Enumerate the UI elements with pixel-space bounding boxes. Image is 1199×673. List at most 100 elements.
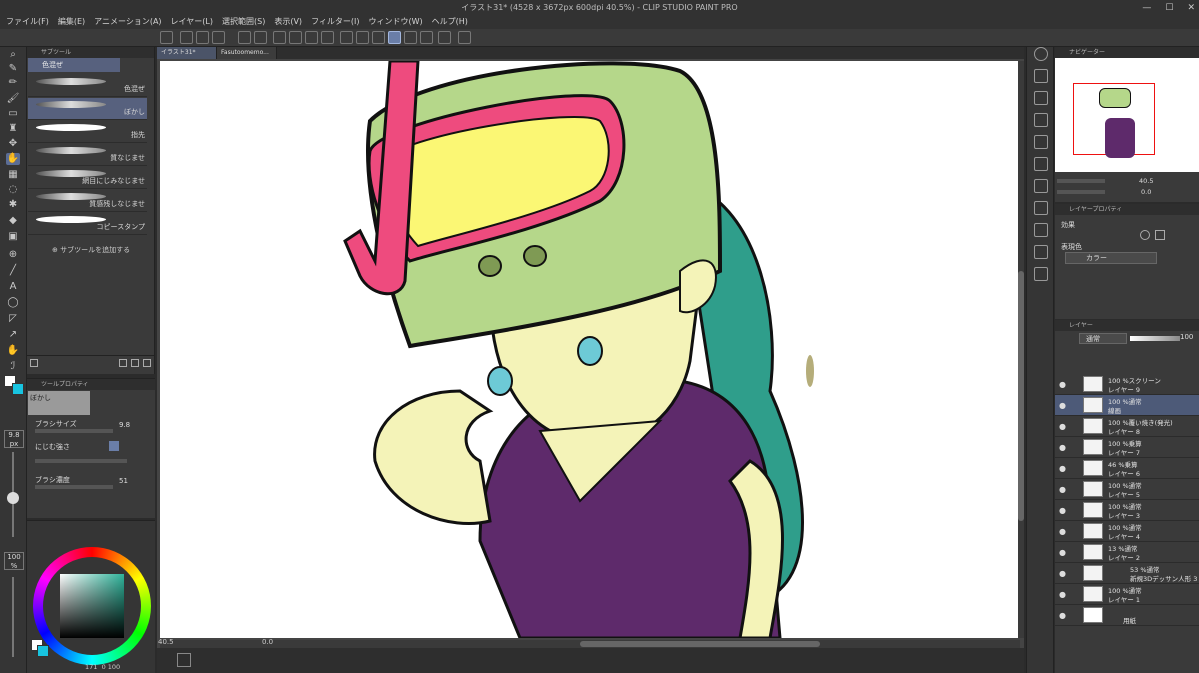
snap-special-ruler-icon[interactable] [404,31,417,44]
show-selection-icon[interactable] [372,31,385,44]
horizontal-scroll-thumb[interactable] [580,641,820,647]
eye-icon[interactable]: ● [1059,569,1066,578]
hand-tool-icon[interactable]: ✋ [6,345,20,357]
layer-row[interactable]: ● 用紙 [1055,605,1199,626]
brush-finger[interactable]: 指先 [28,121,147,143]
magic-wand-icon[interactable]: ✱ [6,199,20,211]
help-icon[interactable] [458,31,471,44]
menu-file[interactable]: ファイル(F) [6,15,49,29]
status-zoom[interactable]: 40.5 [158,638,174,646]
frame-tool-icon[interactable]: ▦ [6,169,20,181]
clear-outside-icon[interactable] [289,31,302,44]
layer-row[interactable]: ● 13 %通常 レイヤー 2 [1055,542,1199,563]
material-image-icon[interactable] [1034,113,1048,127]
dropper-icon[interactable]: ℐ [6,361,20,373]
layer-row[interactable]: ● 100 %乗算 レイヤー 7 [1055,437,1199,458]
eye-icon[interactable]: ● [1059,401,1066,410]
blend-tool-icon[interactable]: ✋ [6,153,20,165]
brush-copy-stamp[interactable]: コピースタンプ [28,213,147,235]
sub-color-swatch[interactable] [12,383,24,395]
expression-color-select[interactable]: カラー [1065,252,1157,264]
menu-filter[interactable]: フィルター(I) [311,15,359,29]
layer-row[interactable]: ● 100 %通常 レイヤー 1 [1055,584,1199,605]
move-tool-icon[interactable]: ✥ [6,138,20,150]
transform-icon[interactable] [321,31,334,44]
close-icon[interactable]: ✕ [1187,3,1195,13]
zoom-tool-icon[interactable]: ⌕ [6,49,20,61]
figure-tool-icon[interactable]: ╱ [6,265,20,277]
menu-layer[interactable]: レイヤー(L) [171,15,213,29]
snap-grid-icon[interactable] [420,31,433,44]
gradient-tool-icon[interactable]: ▣ [6,231,20,243]
new-file-icon[interactable] [180,31,193,44]
copy-subtool-icon[interactable] [119,359,127,367]
color-sub-swatch[interactable] [37,645,49,657]
invert-selection-icon[interactable] [356,31,369,44]
size-slider-thumb[interactable] [7,492,19,504]
navigator-zoom-slider[interactable] [1057,179,1105,183]
vertical-scrollbar[interactable] [1018,61,1024,638]
timeline-toggle-icon[interactable] [177,653,191,667]
eye-icon[interactable]: ● [1059,464,1066,473]
open-file-icon[interactable] [196,31,209,44]
eye-icon[interactable]: ● [1059,527,1066,536]
deselect-icon[interactable] [340,31,353,44]
opacity-slider-track[interactable] [12,577,14,657]
balloon-tool-icon[interactable]: ◯ [6,297,20,309]
brush-blur[interactable]: ぼかし [28,98,147,120]
material-icon[interactable] [1034,69,1048,83]
navigator-zoom-value[interactable]: 40.5 [1139,177,1153,185]
material-3d-icon[interactable] [1034,135,1048,149]
horizontal-scrollbar[interactable] [160,640,1020,648]
brush-density-value[interactable]: 51 [119,477,128,485]
brush-size-value[interactable]: 9.8 [119,421,130,429]
blend-mode-icon[interactable] [109,441,119,451]
navigator-angle-slider[interactable] [1057,190,1105,194]
text-tool-icon[interactable]: A [6,281,20,293]
brush-blend[interactable]: 質なじませ [28,144,147,166]
brush-tool-icon[interactable]: 🖌 [6,93,20,105]
effect-border-icon[interactable] [1140,230,1150,240]
layer-row[interactable]: ● 100 %通常 レイヤー 3 [1055,500,1199,521]
eye-icon[interactable]: ● [1059,485,1066,494]
layer-row[interactable]: ● 100 %通常 線画 [1055,395,1199,416]
brush-color-mix[interactable]: 色混ぜ [28,75,147,97]
material-text-icon[interactable] [1034,201,1048,215]
eye-icon[interactable]: ● [1059,422,1066,431]
fill-icon[interactable] [305,31,318,44]
line-tool-icon[interactable]: ◸ [6,313,20,325]
device-settings-icon[interactable] [438,31,451,44]
undo-icon[interactable] [238,31,251,44]
eye-icon[interactable]: ● [1059,380,1066,389]
new-subtool-icon[interactable] [131,359,139,367]
tab-second[interactable]: Fasutoomemo... [217,47,277,59]
brush-mesh-blend[interactable]: 網目にじみなじませ [28,167,147,189]
layer-row[interactable]: ● 100 %覆い焼き(発光) レイヤー 8 [1055,416,1199,437]
material-folder-icon[interactable] [1034,91,1048,105]
brush-size-slider[interactable] [35,429,113,433]
saturation-square[interactable] [60,574,124,638]
menu-edit[interactable]: 編集(E) [58,15,85,29]
correct-line-tool-icon[interactable]: ↗ [6,329,20,341]
tab-illust31[interactable]: イラスト31* [157,47,217,59]
subtool-settings-icon[interactable] [30,359,38,367]
eye-icon[interactable]: ● [1059,548,1066,557]
eye-icon[interactable]: ● [1059,443,1066,452]
pen-tool-icon[interactable]: ✎ [6,63,20,75]
blend-strength-slider[interactable] [35,459,127,463]
layer-row[interactable]: ● 100 %スクリーン レイヤー 9 [1055,374,1199,395]
clip-studio-icon[interactable] [160,31,173,44]
search-icon[interactable] [1034,47,1048,61]
vertical-scroll-thumb[interactable] [1018,271,1024,521]
menu-selection[interactable]: 選択範囲(S) [222,15,265,29]
menu-animation[interactable]: アニメーション(A) [94,15,161,29]
effect-tone-icon[interactable] [1155,230,1165,240]
eye-icon[interactable]: ● [1059,611,1066,620]
add-subtool-button[interactable]: ⊕ サブツールを追加する [52,245,130,255]
menu-help[interactable]: ヘルプ(H) [432,15,468,29]
status-angle[interactable]: 0.0 [262,638,273,646]
menu-view[interactable]: 表示(V) [274,15,302,29]
blend-mode-select[interactable]: 通常 [1079,333,1127,344]
navigator-angle-value[interactable]: 0.0 [1141,188,1151,196]
eye-icon[interactable]: ● [1059,590,1066,599]
